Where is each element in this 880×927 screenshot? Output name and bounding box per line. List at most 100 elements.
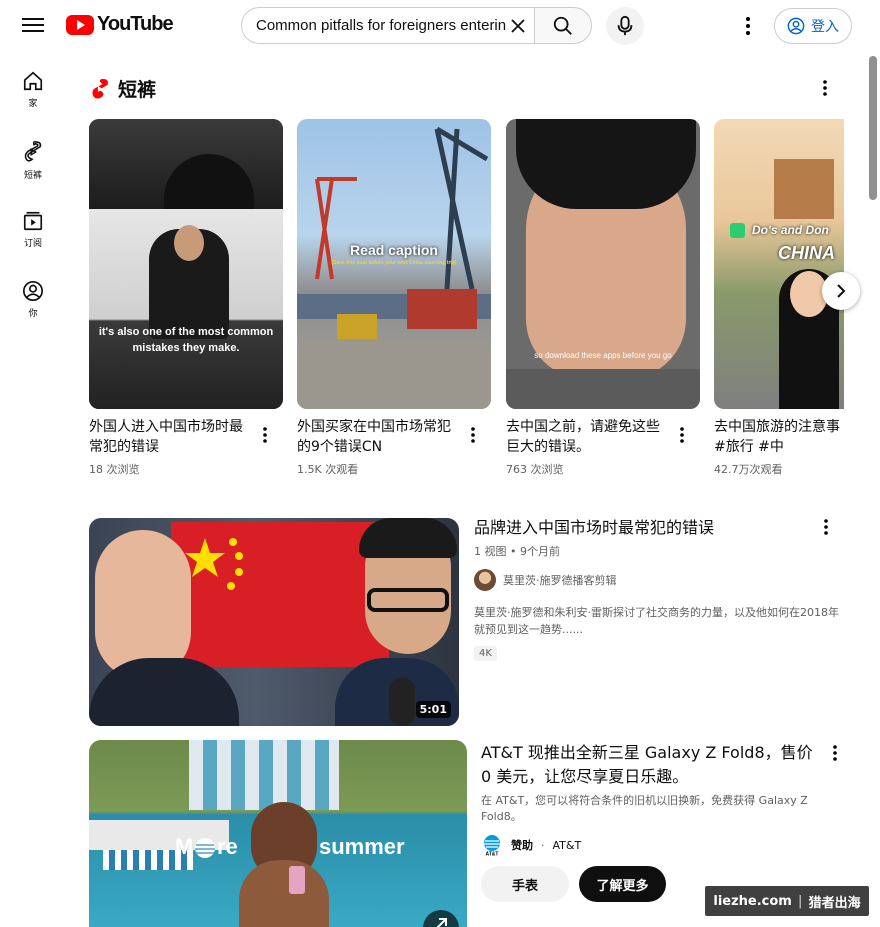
vertical-dots-icon (746, 17, 750, 35)
video-title[interactable]: 品牌进入中国市场时最常犯的错误 (474, 517, 804, 539)
short-subcaption: (Save this post before your next China s… (331, 260, 457, 266)
short-card[interactable]: it's also one of the most common mistake… (89, 119, 283, 477)
thumb-hair (516, 119, 696, 209)
watch-button[interactable]: 手表 (481, 866, 569, 902)
short-views: 18 次浏览 (89, 463, 140, 476)
vertical-dots-icon (823, 80, 827, 96)
ad-thumb-text: re (217, 834, 238, 859)
china-flag (171, 522, 389, 667)
top-bar: YouTube Common pitfalls for foreigners e… (0, 0, 880, 52)
sidebar-item-home[interactable]: 家 (0, 56, 66, 126)
short-title[interactable]: 去中国旅游的注意事 ⚠️ #中国 #旅行 #中 (714, 417, 844, 457)
video-thumbnail[interactable]: 5:01 (89, 518, 459, 726)
channel-name[interactable]: 莫里茨·施罗德播客剪辑 (503, 572, 617, 588)
vertical-dots-icon (824, 519, 828, 535)
sign-in-label: 登入 (811, 19, 839, 35)
att-logo-icon: AT&T (484, 835, 500, 857)
video-more-button[interactable] (817, 517, 835, 537)
svg-text:AT&T: AT&T (486, 852, 499, 857)
youtube-logo[interactable]: YouTube (66, 13, 174, 36)
ad-title[interactable]: AT&T 现推出全新三星 Galaxy Z Fold8，售价 0 美元，让您尽享… (481, 741, 821, 789)
microphone-icon (617, 15, 633, 36)
striped-umbrella (189, 740, 339, 810)
short-views: 1.5K 次观看 (297, 463, 359, 476)
youtube-play-icon (66, 14, 94, 35)
menu-icon[interactable] (20, 14, 46, 38)
sidebar-label: 订阅 (23, 239, 42, 249)
sidebar-item-subscriptions[interactable]: 订阅 (0, 196, 66, 266)
short-title[interactable]: 去中国之前，请避免这些巨大的错误。 (506, 417, 666, 457)
short-caption: it's also one of the most common mistake… (98, 326, 274, 354)
you-icon (23, 281, 43, 301)
chevron-right-icon (837, 284, 846, 298)
host-right-hair (359, 518, 457, 558)
flag-stars-icon (185, 538, 243, 590)
sponsor-name[interactable]: AT&T (553, 839, 582, 852)
avatar[interactable] (474, 569, 496, 591)
external-arrow-icon (436, 918, 447, 927)
ad-description: 在 AT&T，您可以将符合条件的旧机以旧换新，免费获得 Galaxy Z Fol… (481, 794, 808, 823)
page-scrollbar[interactable] (868, 56, 877, 927)
video-metadata: 1 视图 • 9个月前 (474, 545, 560, 558)
shorts-section-header: 短裤 (90, 75, 156, 102)
ad-sponsor-line: AT&T 赞助 · AT&T (481, 834, 581, 856)
checkmark-icon (730, 223, 745, 238)
short-title[interactable]: 外国买家在中国市场常犯的9个错误CN (297, 417, 457, 457)
settings-more-button[interactable] (735, 13, 761, 39)
sidebar-label: 家 (28, 99, 38, 109)
watermark-name: 猎者出海 (808, 895, 861, 911)
sign-in-button[interactable]: 登入 (774, 8, 852, 44)
short-thumbnail[interactable]: it's also one of the most common mistake… (89, 119, 283, 409)
left-sidebar: 家 短裤 订阅 你 (0, 56, 66, 336)
short-more-button[interactable] (674, 425, 690, 445)
watermark-divider: | (797, 893, 803, 909)
sidebar-label: 你 (28, 309, 38, 319)
vertical-dots-icon (471, 427, 475, 443)
voice-search-button[interactable] (606, 7, 644, 45)
shorts-next-button[interactable] (822, 272, 860, 310)
watermark-site: liezhe.com (713, 893, 792, 909)
ad-more-button[interactable] (826, 743, 844, 763)
short-caption-2: CHINA (778, 243, 835, 263)
search-query-text[interactable]: Common pitfalls for foreigners entering (256, 17, 506, 34)
shorts-section-more-button[interactable] (815, 78, 835, 98)
ad-thumb-text: summer (319, 834, 405, 859)
short-title[interactable]: 外国人进入中国市场时最常犯的错误 (89, 417, 249, 457)
ad-thumbnail[interactable]: M re summer (89, 740, 467, 927)
search-input[interactable]: Common pitfalls for foreigners entering (241, 7, 534, 44)
swimmer-body (239, 860, 329, 927)
short-card[interactable]: Read caption (Save this post before your… (297, 119, 491, 477)
video-channel[interactable]: 莫里茨·施罗德播客剪辑 (474, 569, 617, 591)
home-icon (23, 71, 43, 91)
quality-badge: 4K (474, 646, 497, 661)
search-button[interactable] (534, 7, 592, 44)
vertical-dots-icon (833, 745, 837, 761)
shorts-icon (24, 140, 42, 162)
microphone-prop (389, 678, 415, 726)
short-more-button[interactable] (465, 425, 481, 445)
thumb-person-face (174, 225, 204, 261)
att-globe-icon (195, 838, 215, 858)
short-caption: Read caption (350, 242, 438, 258)
thumb-tower (774, 159, 834, 219)
short-thumbnail[interactable]: so download these apps before you go (506, 119, 700, 409)
video-duration: 5:01 (415, 701, 451, 718)
sponsored-label: 赞助 (511, 839, 533, 852)
sidebar-label: 短裤 (23, 171, 42, 181)
short-views: 763 次浏览 (506, 463, 564, 476)
sidebar-item-shorts[interactable]: 短裤 (0, 126, 66, 196)
short-caption: so download these apps before you go (534, 351, 672, 360)
ad-thumb-text: M (175, 834, 194, 859)
short-card[interactable]: so download these apps before you go 去中国… (506, 119, 700, 477)
vertical-dots-icon (680, 427, 684, 443)
external-link-button[interactable] (423, 910, 459, 927)
short-more-button[interactable] (257, 425, 273, 445)
clear-search-icon[interactable] (508, 16, 528, 36)
learn-more-button[interactable]: 了解更多 (579, 866, 666, 902)
short-thumbnail[interactable]: Read caption (Save this post before your… (297, 119, 491, 409)
glasses-icon (367, 588, 449, 612)
sidebar-item-you[interactable]: 你 (0, 266, 66, 336)
thumb-shirt (506, 369, 700, 409)
short-thumbnail[interactable]: Do's and Don CHINA (714, 119, 844, 409)
scrollbar-thumb[interactable] (869, 56, 877, 200)
